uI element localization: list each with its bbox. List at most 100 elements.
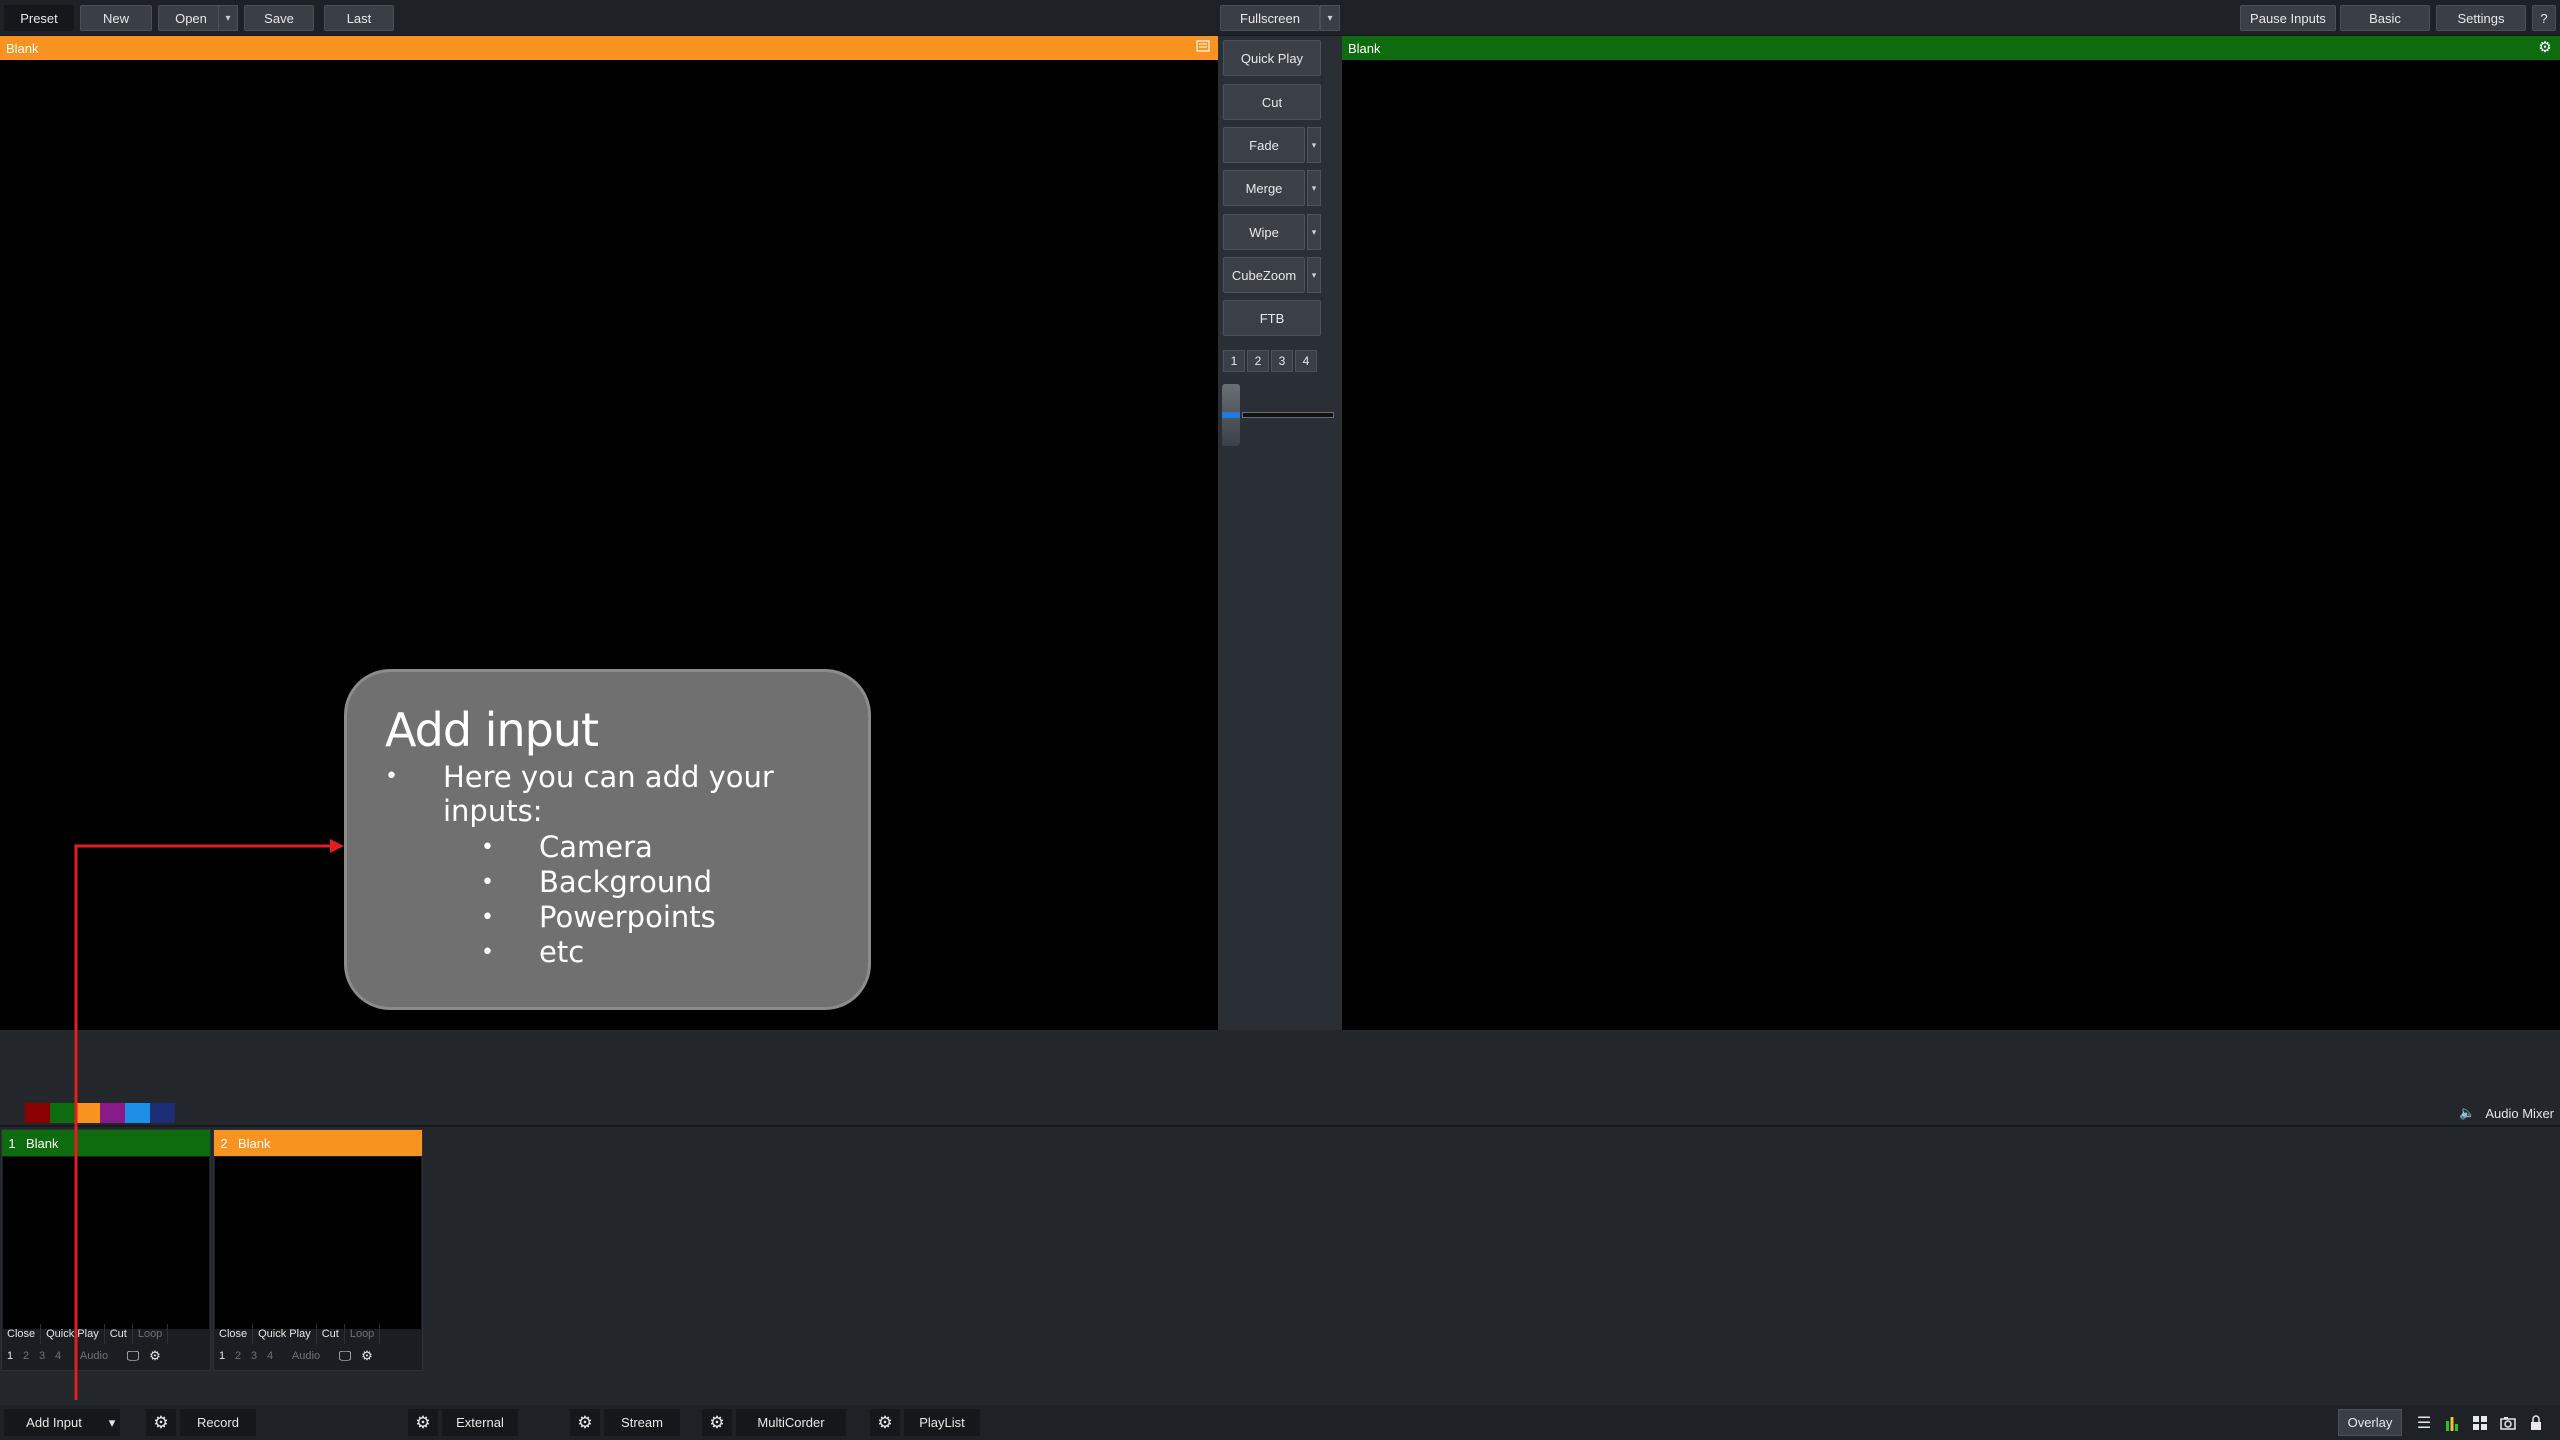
close-button[interactable]: Close: [2, 1324, 42, 1344]
color-swatch-green[interactable]: [50, 1103, 75, 1123]
overlay-3-button[interactable]: 3: [246, 1346, 262, 1366]
add-input-dropdown-icon[interactable]: ▾: [104, 1409, 120, 1436]
playlist-button[interactable]: PlayList: [904, 1409, 980, 1436]
callout-item: etc: [481, 935, 868, 970]
preview-header: Blank: [0, 36, 1218, 60]
external-settings-gear-icon[interactable]: ⚙: [408, 1409, 438, 1436]
t-bar-indicator: [1222, 412, 1240, 418]
color-swatch-none[interactable]: [0, 1103, 25, 1123]
close-button[interactable]: Close: [214, 1324, 254, 1344]
transition-1-button[interactable]: 1: [1223, 350, 1245, 372]
add-input-callout: Add input Here you can add your inputs: …: [344, 669, 871, 1010]
wipe-dropdown-icon[interactable]: ▾: [1307, 214, 1321, 250]
input-title: Blank: [26, 1135, 59, 1151]
output-header: Blank ⚙: [1342, 36, 2560, 60]
cut-button[interactable]: Cut: [105, 1324, 133, 1344]
stream-button[interactable]: Stream: [604, 1409, 680, 1436]
monitor-icon[interactable]: 🖵: [334, 1346, 356, 1366]
color-swatch-navy[interactable]: [150, 1103, 175, 1123]
overlay-1-button[interactable]: 1: [214, 1346, 230, 1366]
quick-play-button[interactable]: Quick Play: [41, 1324, 105, 1344]
save-button[interactable]: Save: [244, 5, 314, 31]
output-settings-gear-icon[interactable]: ⚙: [2536, 39, 2554, 57]
settings-button[interactable]: Settings: [2436, 5, 2526, 31]
bottom-toolbar: Add Input ▾ ⚙ Record ⚙ External ⚙ Stream…: [0, 1405, 2560, 1440]
input-controls: Close Quick Play Cut Loop: [2, 1324, 210, 1344]
input-title: Blank: [238, 1135, 271, 1151]
audio-meter-icon[interactable]: [2440, 1409, 2464, 1436]
lock-icon[interactable]: [2524, 1409, 2548, 1436]
pause-inputs-button[interactable]: Pause Inputs: [2240, 5, 2336, 31]
loop-button[interactable]: Loop: [133, 1324, 169, 1344]
output-panel[interactable]: Blank ⚙: [1342, 36, 2560, 1030]
gear-icon[interactable]: ⚙: [144, 1346, 166, 1366]
transition-4-button[interactable]: 4: [1295, 350, 1317, 372]
record-settings-gear-icon[interactable]: ⚙: [146, 1409, 176, 1436]
overlay-1-button[interactable]: 1: [2, 1346, 18, 1366]
t-bar-track[interactable]: [1242, 412, 1334, 418]
input-thumbnail[interactable]: [215, 1157, 421, 1329]
quick-play-button[interactable]: Quick Play: [1223, 40, 1321, 76]
add-input-button[interactable]: Add Input: [4, 1409, 104, 1436]
overlay-button[interactable]: Overlay: [2338, 1409, 2402, 1436]
fullscreen-dropdown-icon[interactable]: ▾: [1320, 5, 1340, 31]
section-divider: [0, 1125, 2560, 1127]
loop-button[interactable]: Loop: [345, 1324, 381, 1344]
help-button[interactable]: ?: [2532, 5, 2556, 31]
input-tile-2[interactable]: 2 Blank Close Quick Play Cut Loop 1 2 3 …: [213, 1129, 423, 1371]
color-swatch-blue[interactable]: [125, 1103, 150, 1123]
audio-button[interactable]: Audio: [66, 1346, 122, 1366]
color-swatch-red[interactable]: [25, 1103, 50, 1123]
transition-2-button[interactable]: 2: [1247, 350, 1269, 372]
transition-3-button[interactable]: 3: [1271, 350, 1293, 372]
top-toolbar: Preset New Open ▾ Save Last Fullscreen ▾…: [0, 0, 2560, 36]
quick-play-button[interactable]: Quick Play: [253, 1324, 317, 1344]
preview-options-icon[interactable]: [1194, 39, 1212, 57]
ftb-button[interactable]: FTB: [1223, 300, 1321, 336]
transition-panel: Quick Play Cut Fade ▾ Merge ▾ Wipe ▾ Cub…: [1218, 36, 1342, 1030]
merge-button[interactable]: Merge: [1223, 170, 1305, 206]
color-swatch-purple[interactable]: [100, 1103, 125, 1123]
multicorder-settings-gear-icon[interactable]: ⚙: [702, 1409, 732, 1436]
input-thumbnail[interactable]: [3, 1157, 209, 1329]
input-overlay-controls: 1 2 3 4 Audio 🖵 ⚙: [2, 1346, 210, 1366]
fade-dropdown-icon[interactable]: ▾: [1307, 127, 1321, 163]
open-button[interactable]: Open: [158, 5, 224, 31]
playlist-settings-gear-icon[interactable]: ⚙: [870, 1409, 900, 1436]
overlay-4-button[interactable]: 4: [262, 1346, 278, 1366]
fade-button[interactable]: Fade: [1223, 127, 1305, 163]
fullscreen-button[interactable]: Fullscreen: [1220, 5, 1320, 31]
list-view-icon[interactable]: ☰: [2412, 1409, 2436, 1436]
callout-item: Powerpoints: [481, 900, 868, 935]
cubezoom-button[interactable]: CubeZoom: [1223, 257, 1305, 293]
input-tile-1[interactable]: 1 Blank Close Quick Play Cut Loop 1 2 3 …: [1, 1129, 211, 1371]
wipe-button[interactable]: Wipe: [1223, 214, 1305, 250]
color-swatch-orange[interactable]: [75, 1103, 100, 1123]
multicorder-button[interactable]: MultiCorder: [736, 1409, 846, 1436]
cut-button[interactable]: Cut: [1223, 84, 1321, 120]
callout-list: Camera Background Powerpoints etc: [481, 830, 868, 970]
overlay-2-button[interactable]: 2: [18, 1346, 34, 1366]
merge-dropdown-icon[interactable]: ▾: [1307, 170, 1321, 206]
basic-button[interactable]: Basic: [2340, 5, 2430, 31]
overlay-3-button[interactable]: 3: [34, 1346, 50, 1366]
grid-view-icon[interactable]: [2468, 1409, 2492, 1436]
monitor-icon[interactable]: 🖵: [122, 1346, 144, 1366]
audio-mixer-button[interactable]: 🔈 Audio Mixer: [2459, 1103, 2554, 1123]
input-color-filter: [0, 1103, 175, 1123]
new-button[interactable]: New: [80, 5, 152, 31]
stream-settings-gear-icon[interactable]: ⚙: [570, 1409, 600, 1436]
audio-button[interactable]: Audio: [278, 1346, 334, 1366]
overlay-4-button[interactable]: 4: [50, 1346, 66, 1366]
preset-button[interactable]: Preset: [4, 5, 74, 31]
overlay-2-button[interactable]: 2: [230, 1346, 246, 1366]
snapshot-icon[interactable]: [2496, 1409, 2520, 1436]
record-button[interactable]: Record: [180, 1409, 256, 1436]
last-button[interactable]: Last: [324, 5, 394, 31]
external-button[interactable]: External: [442, 1409, 518, 1436]
callout-intro: Here you can add your inputs:: [385, 760, 815, 828]
open-dropdown-icon[interactable]: ▾: [218, 5, 238, 31]
cubezoom-dropdown-icon[interactable]: ▾: [1307, 257, 1321, 293]
gear-icon[interactable]: ⚙: [356, 1346, 378, 1366]
cut-button[interactable]: Cut: [317, 1324, 345, 1344]
